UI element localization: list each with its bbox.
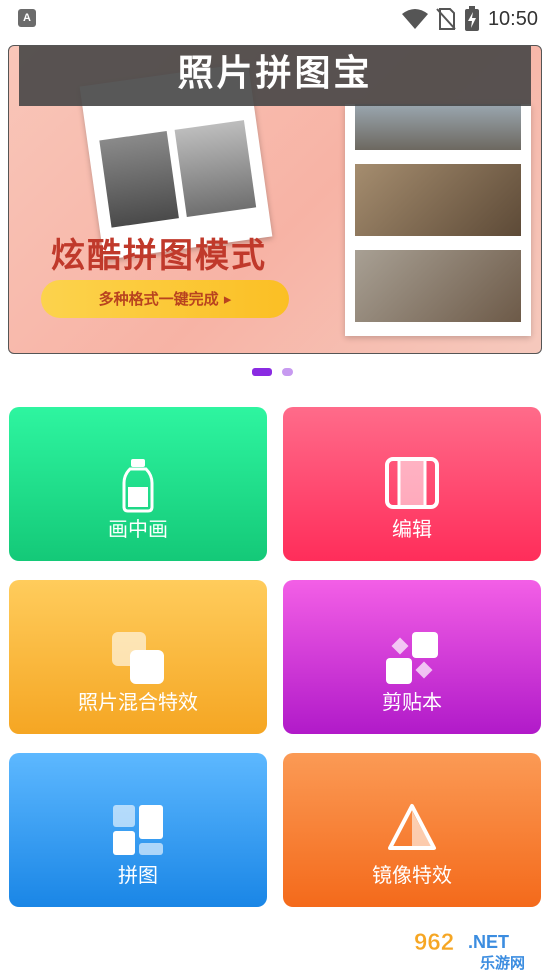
status-bar: A 10:50 — [0, 0, 550, 38]
photo-woman-camera — [99, 131, 179, 228]
notification-icon: A — [18, 9, 36, 27]
tile-picture-in-picture[interactable]: 画中画 — [9, 407, 267, 561]
status-icons: 10:50 — [401, 4, 538, 34]
tile-photo-blend[interactable]: 照片混合特效 — [9, 580, 267, 734]
site-watermark: 962 .NET 乐游网 — [410, 926, 545, 972]
collage-grid-icon — [113, 805, 163, 855]
tile-label: 剪贴本 — [382, 690, 442, 714]
banner-cta-button[interactable]: 多种格式一键完成 ▸ — [41, 280, 289, 318]
tile-label: 照片混合特效 — [78, 690, 198, 714]
tile-label: 镜像特效 — [372, 863, 452, 887]
tile-collage[interactable]: 拼图 — [9, 753, 267, 907]
carousel-indicator — [0, 366, 550, 376]
bottle-icon — [122, 459, 154, 513]
banner-headline: 炫酷拼图模式 — [51, 236, 267, 276]
tile-edit[interactable]: 编辑 — [283, 407, 541, 561]
photo-strip-3 — [355, 250, 521, 322]
svg-text:962: 962 — [414, 929, 454, 956]
photo-two-women — [174, 120, 257, 218]
tile-label: 编辑 — [392, 517, 432, 541]
mirror-triangle-icon — [388, 804, 436, 850]
app-title: 照片拼图宝 — [19, 46, 531, 106]
tile-mirror[interactable]: 镜像特效 — [283, 753, 541, 907]
wifi-icon — [401, 9, 428, 29]
scrapbook-icon — [386, 632, 438, 684]
watermark-text: 乐游网 — [480, 954, 525, 972]
svg-text:.NET: .NET — [468, 932, 509, 952]
tile-scrapbook[interactable]: 剪贴本 — [283, 580, 541, 734]
photo-strip-2 — [355, 164, 521, 236]
clock: 10:50 — [487, 7, 538, 30]
promo-banner[interactable]: 炫酷拼图模式 多种格式一键完成 ▸ 照片拼图宝 — [8, 45, 542, 354]
tile-label: 拼图 — [118, 863, 158, 887]
photo-strip-1 — [355, 104, 521, 150]
tile-label: 画中画 — [108, 517, 168, 541]
edit-frame-icon — [385, 457, 439, 509]
no-sim-icon — [436, 8, 456, 30]
carousel-dot-active[interactable] — [252, 368, 272, 376]
battery-charging-icon — [464, 6, 479, 31]
overlap-squares-icon — [112, 632, 164, 684]
photo-strip-frame — [345, 104, 531, 336]
carousel-dot[interactable] — [282, 368, 293, 376]
